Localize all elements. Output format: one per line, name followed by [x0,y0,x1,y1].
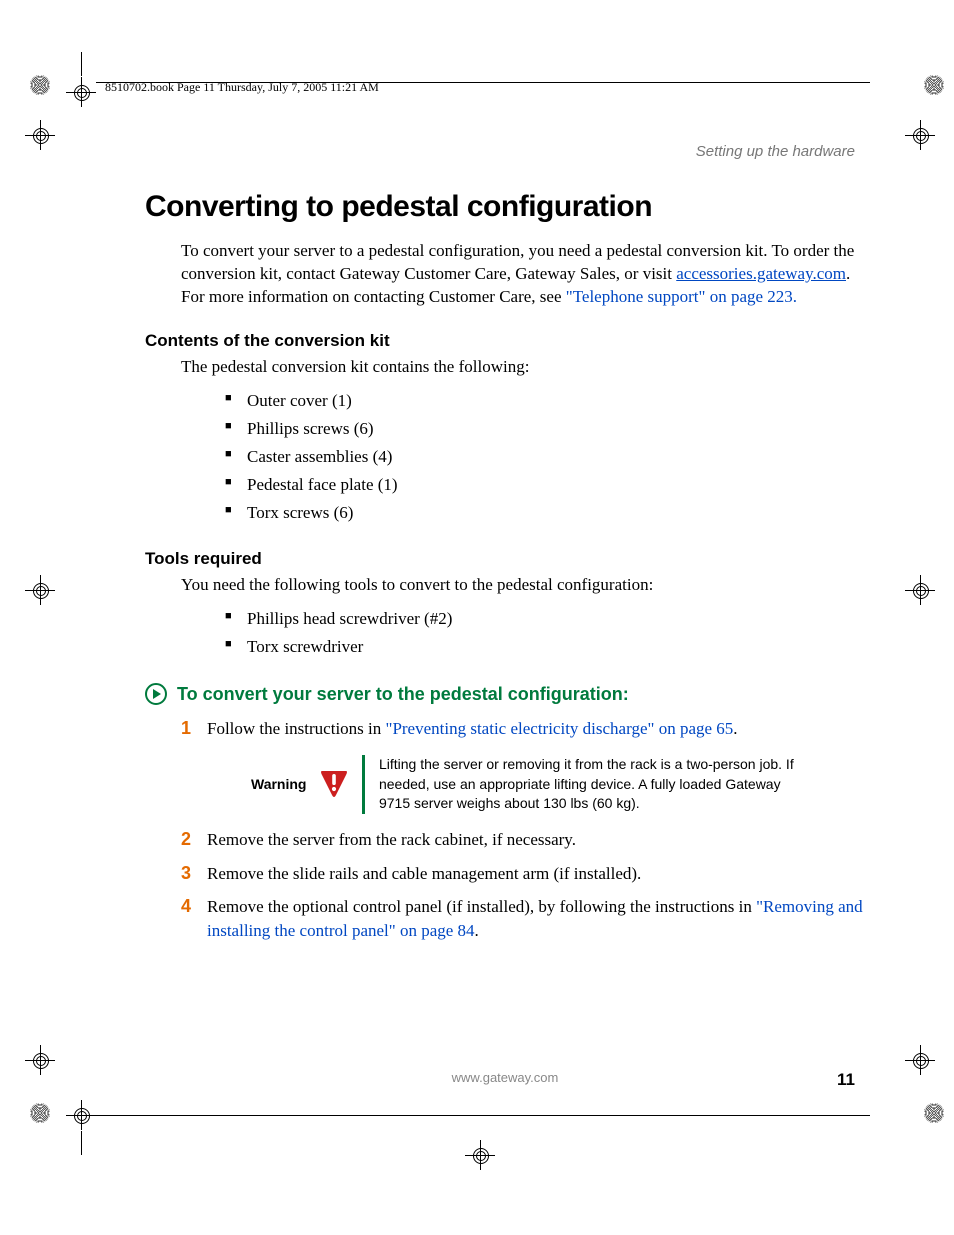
list-item: Phillips head screwdriver (#2) [225,605,865,633]
step-text: Remove the optional control panel (if in… [207,897,756,916]
list-item: Torx screwdriver [225,633,865,661]
registration-blob [924,75,944,95]
telephone-support-xref[interactable]: "Telephone support" on page 223. [566,287,797,306]
page-title: Converting to pedestal configuration [145,190,865,224]
step-text: Follow the instructions in [207,719,386,738]
list-item: Outer cover (1) [225,387,865,415]
intro-paragraph: To convert your server to a pedestal con… [181,240,865,309]
warning-text: Lifting the server or removing it from t… [379,755,809,814]
registration-blob [924,1103,944,1123]
procedure-steps: Follow the instructions in "Preventing s… [181,717,865,943]
contents-heading: Contents of the conversion kit [145,331,865,351]
play-icon [145,683,167,705]
step-2: Remove the server from the rack cabinet,… [181,828,865,852]
warning-box: Warning Lifting the server or removing i… [251,755,865,814]
list-item: Pedestal face plate (1) [225,471,865,499]
warning-label: Warning [251,775,306,795]
footer-url: www.gateway.com [452,1070,559,1085]
registration-blob [30,1103,50,1123]
registration-rule [96,1115,870,1116]
list-item: Phillips screws (6) [225,415,865,443]
step-text: . [733,719,737,738]
tools-list: Phillips head screwdriver (#2) Torx scre… [225,605,865,661]
list-item: Caster assemblies (4) [225,443,865,471]
step-text: . [475,921,479,940]
procedure-title: To convert your server to the pedestal c… [177,684,629,705]
book-tag: 8510702.book Page 11 Thursday, July 7, 2… [105,80,865,95]
accessories-link[interactable]: accessories.gateway.com [676,264,846,283]
registration-blob [30,75,50,95]
warning-divider [362,755,365,814]
static-discharge-xref[interactable]: "Preventing static electricity discharge… [386,719,734,738]
step-3: Remove the slide rails and cable managem… [181,862,865,886]
tools-heading: Tools required [145,549,865,569]
contents-list: Outer cover (1) Phillips screws (6) Cast… [225,387,865,527]
step-4: Remove the optional control panel (if in… [181,895,865,943]
warning-exclamation-icon [320,769,348,799]
footer-page-number: 11 [837,1070,855,1090]
running-head: Setting up the hardware [145,143,865,160]
contents-lead: The pedestal conversion kit contains the… [181,357,865,377]
tools-lead: You need the following tools to convert … [181,575,865,595]
page-footer: www.gateway.com 11 [145,1070,865,1085]
step-1: Follow the instructions in "Preventing s… [181,717,865,814]
list-item: Torx screws (6) [225,499,865,527]
